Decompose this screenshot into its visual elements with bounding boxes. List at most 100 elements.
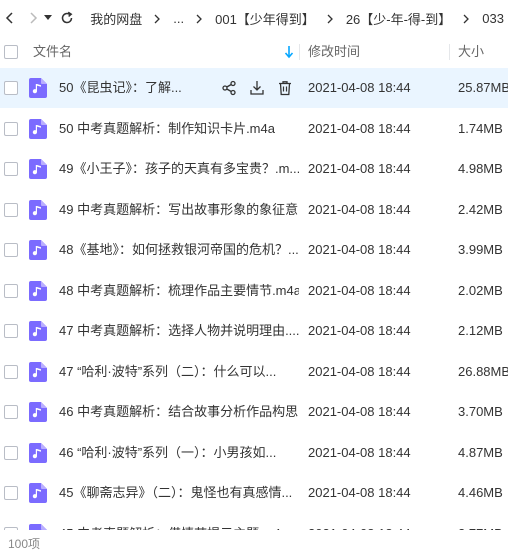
row-checkbox[interactable] xyxy=(4,284,18,298)
breadcrumb-item-root[interactable]: 我的网盘 xyxy=(86,9,146,28)
audio-file-icon xyxy=(29,483,47,503)
file-name[interactable]: 47 中考真题解析：选择人物并说明理由.... xyxy=(59,311,299,351)
share-icon[interactable] xyxy=(220,79,238,97)
breadcrumb-item-current[interactable]: 033 xyxy=(478,11,508,26)
row-checkbox[interactable] xyxy=(4,324,18,338)
history-dropdown-button[interactable] xyxy=(43,5,54,31)
file-modified-time: 2021-04-08 18:44 xyxy=(308,80,411,95)
file-size: 2.42MB xyxy=(458,202,503,217)
row-checkbox[interactable] xyxy=(4,81,18,95)
back-button[interactable] xyxy=(0,5,20,31)
row-checkbox[interactable] xyxy=(4,162,18,176)
breadcrumb-item-folder-26[interactable]: 26【少-年-得-到】 xyxy=(342,9,455,28)
file-modified-time: 2021-04-08 18:44 xyxy=(308,202,411,217)
file-row[interactable]: 47 中考真题解析：选择人物并说明理由.... 2021-04-08 18:44 2… xyxy=(0,311,508,351)
breadcrumb-separator xyxy=(188,13,211,24)
audio-file-icon xyxy=(29,159,47,179)
row-checkbox[interactable] xyxy=(4,446,18,460)
file-name[interactable]: 50 中考真题解析：制作知识卡片.m4a xyxy=(59,109,299,149)
delete-icon[interactable] xyxy=(276,79,294,97)
top-navigation: 我的网盘 ... 001【少年得到】 26【少-年-得-到】 033 xyxy=(0,0,508,36)
column-divider xyxy=(449,44,450,60)
audio-file-icon xyxy=(29,443,47,463)
audio-file-icon xyxy=(29,200,47,220)
breadcrumb-item-ellipsis[interactable]: ... xyxy=(169,11,188,26)
audio-file-icon xyxy=(29,362,47,382)
file-name[interactable]: 49《小王子》：孩子的天真有多宝贵？.m... xyxy=(59,149,299,189)
file-row[interactable]: 48《基地》：如何拯救银河帝国的危机？... 2021-04-08 18:44 3.… xyxy=(0,230,508,270)
file-modified-time: 2021-04-08 18:44 xyxy=(308,364,411,379)
file-size: 4.87MB xyxy=(458,445,503,460)
file-name[interactable]: 48《基地》：如何拯救银河帝国的危机？... xyxy=(59,230,299,270)
file-name[interactable]: 49 中考真题解析：写出故事形象的象征意... xyxy=(59,190,299,230)
audio-file-icon xyxy=(29,281,47,301)
audio-file-icon xyxy=(29,321,47,341)
file-size: 2.12MB xyxy=(458,323,503,338)
file-modified-time: 2021-04-08 18:44 xyxy=(308,404,411,419)
file-name[interactable]: 50《昆虫记》：了解... xyxy=(59,68,189,108)
file-size: 4.46MB xyxy=(458,485,503,500)
file-name[interactable]: 48 中考真题解析：梳理作品主要情节.m4a xyxy=(59,271,299,311)
file-row[interactable]: 46 “哈利·波特”系列（一）：小男孩如... 2021-04-08 18:44 4… xyxy=(0,433,508,473)
sort-down-arrow-icon xyxy=(284,46,294,59)
file-name[interactable]: 45 中考真题解析：借情节提示主题.m4a xyxy=(59,514,299,530)
file-name[interactable]: 46 “哈利·波特”系列（一）：小男孩如... xyxy=(59,433,299,473)
breadcrumb-separator xyxy=(146,13,169,24)
download-icon[interactable] xyxy=(248,79,266,97)
file-list-header: 文件名 修改时间 大小 xyxy=(0,36,508,68)
sort-button[interactable] xyxy=(284,45,294,62)
refresh-icon xyxy=(62,11,73,24)
file-row[interactable]: 47 “哈利·波特”系列（二）：什么可以... 2021-04-08 18:44 2… xyxy=(0,352,508,392)
file-row[interactable]: 45 中考真题解析：借情节提示主题.m4a 2021-04-08 18:44 2.7… xyxy=(0,514,508,530)
file-row[interactable]: 45《聊斋志异》（二）：鬼怪也有真感情... 2021-04-08 18:44 4.… xyxy=(0,473,508,513)
audio-file-icon xyxy=(29,78,47,98)
file-modified-time: 2021-04-08 18:44 xyxy=(308,323,411,338)
file-size: 4.98MB xyxy=(458,161,503,176)
file-size: 1.74MB xyxy=(458,121,503,136)
breadcrumb-arrow-icon xyxy=(154,14,161,23)
file-name[interactable]: 46 中考真题解析：结合故事分析作品构思... xyxy=(59,392,299,432)
breadcrumb-arrow-icon xyxy=(463,14,470,23)
column-divider xyxy=(299,44,300,60)
file-modified-time: 2021-04-08 18:44 xyxy=(308,514,411,530)
row-checkbox[interactable] xyxy=(4,365,18,379)
row-checkbox[interactable] xyxy=(4,243,18,257)
file-size: 3.99MB xyxy=(458,242,503,257)
file-row[interactable]: 46 中考真题解析：结合故事分析作品构思... 2021-04-08 18:44 3… xyxy=(0,392,508,432)
breadcrumb-arrow-icon xyxy=(327,14,333,23)
breadcrumb-separator xyxy=(455,13,478,24)
column-header-name[interactable]: 文件名 xyxy=(33,36,72,68)
file-modified-time: 2021-04-08 18:44 xyxy=(308,121,411,136)
audio-file-icon xyxy=(29,402,47,422)
select-all-checkbox[interactable] xyxy=(4,45,18,59)
file-modified-time: 2021-04-08 18:44 xyxy=(308,485,411,500)
row-checkbox[interactable] xyxy=(4,122,18,136)
row-checkbox[interactable] xyxy=(4,486,18,500)
forward-button[interactable] xyxy=(24,5,44,31)
audio-file-icon xyxy=(29,119,47,139)
row-checkbox[interactable] xyxy=(4,203,18,217)
audio-file-icon xyxy=(29,240,47,260)
breadcrumb-separator xyxy=(319,13,342,24)
file-row[interactable]: 49 中考真题解析：写出故事形象的象征意... 2021-04-08 18:44 2… xyxy=(0,190,508,230)
file-modified-time: 2021-04-08 18:44 xyxy=(308,445,411,460)
file-size: 2.77MB xyxy=(458,514,503,530)
caret-down-icon xyxy=(44,15,53,20)
file-row[interactable]: 50《昆虫记》：了解... 2021-04-08 18:44 25.87MB xyxy=(0,68,508,108)
chevron-right-icon xyxy=(30,12,38,24)
file-size: 2.02MB xyxy=(458,283,503,298)
file-name[interactable]: 45《聊斋志异》（二）：鬼怪也有真感情... xyxy=(59,473,299,513)
row-checkbox[interactable] xyxy=(4,405,18,419)
file-size: 26.88MB xyxy=(458,364,508,379)
column-header-size[interactable]: 大小 xyxy=(458,36,484,68)
column-header-time[interactable]: 修改时间 xyxy=(308,36,360,68)
file-row[interactable]: 50 中考真题解析：制作知识卡片.m4a 2021-04-08 18:44 1.74… xyxy=(0,109,508,149)
file-size: 3.70MB xyxy=(458,404,503,419)
file-list: 50《昆虫记》：了解... 2021-04-08 18:44 25.87MB 50 中… xyxy=(0,68,508,530)
file-row[interactable]: 49《小王子》：孩子的天真有多宝贵？.m... 2021-04-08 18:44 4… xyxy=(0,149,508,189)
file-modified-time: 2021-04-08 18:44 xyxy=(308,283,411,298)
refresh-button[interactable] xyxy=(58,5,78,31)
file-name[interactable]: 47 “哈利·波特”系列（二）：什么可以... xyxy=(59,352,299,392)
breadcrumb-item-folder-001[interactable]: 001【少年得到】 xyxy=(211,9,319,28)
file-row[interactable]: 48 中考真题解析：梳理作品主要情节.m4a 2021-04-08 18:44 2.… xyxy=(0,271,508,311)
